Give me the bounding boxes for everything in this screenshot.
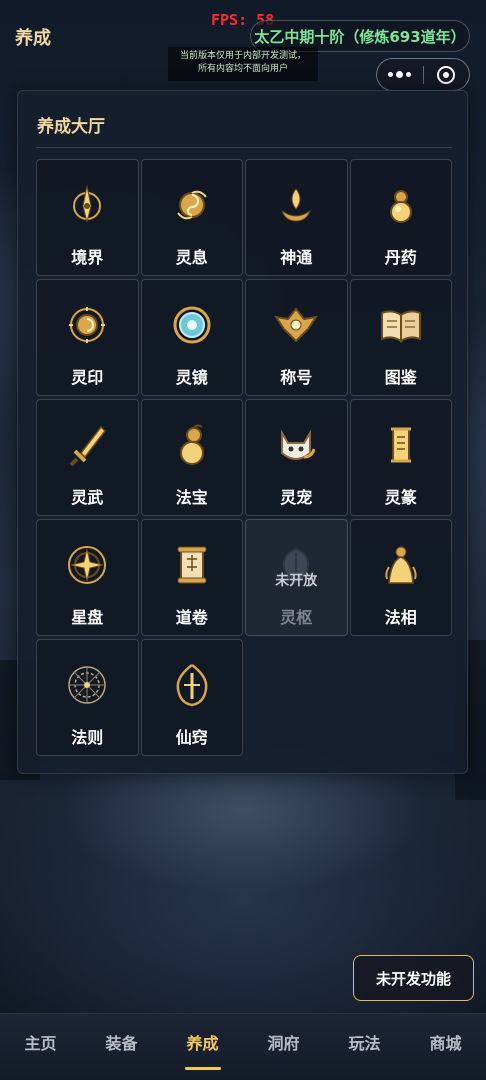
nav-tab[interactable]: 洞府 (243, 1014, 324, 1080)
page-title: 养成 (15, 28, 51, 49)
feature-label: 丹药 (384, 248, 417, 267)
panel-title: 养成大厅 (37, 117, 105, 137)
treasure-gourd-icon (169, 422, 215, 468)
immortal-aperture-icon (169, 662, 215, 708)
swirl-orb-icon (169, 182, 215, 228)
active-tab-indicator (184, 1067, 221, 1070)
nav-tab-label: 主页 (24, 1034, 57, 1053)
feature-label: 法宝 (175, 488, 208, 507)
feature-cell[interactable]: 灵息 (140, 159, 243, 276)
panel-divider (36, 147, 452, 148)
feature-cell[interactable]: 神通 (245, 159, 348, 276)
feature-label: 神通 (280, 248, 313, 267)
feature-label: 灵息 (175, 248, 208, 267)
feature-cell[interactable]: 灵武 (36, 399, 139, 516)
nav-tab[interactable]: 玩法 (324, 1014, 405, 1080)
dev-notice-line1: 当前版本仅用于内部开发测试， (179, 51, 306, 61)
feature-label: 灵武 (71, 488, 104, 507)
locked-badge: 未开放 (275, 573, 318, 589)
feature-label: 称号 (280, 368, 313, 387)
feature-cell[interactable]: 灵枢 未开放 (245, 519, 348, 636)
nav-tab-label: 商城 (429, 1034, 462, 1053)
feature-cell[interactable]: 灵篆 (349, 399, 452, 516)
feature-label: 法则 (71, 728, 104, 747)
dev-notice: 当前版本仅用于内部开发测试， 所有内容均不面向用户 (168, 47, 318, 81)
feature-cell[interactable]: 星盘 (36, 519, 139, 636)
feature-cell[interactable]: 法则 (36, 639, 139, 756)
nav-tab[interactable]: 装备 (81, 1014, 162, 1080)
feature-label: 图鉴 (384, 368, 417, 387)
feature-cell[interactable]: 灵印 (36, 279, 139, 396)
feature-cell[interactable]: 道卷 (140, 519, 243, 636)
feature-label: 道卷 (175, 608, 208, 627)
dao-scroll-icon (169, 542, 215, 588)
pet-cat-icon (273, 422, 319, 468)
feature-label: 仙窍 (175, 728, 208, 747)
seal-medallion-icon (64, 302, 110, 348)
nav-tab-label: 洞府 (267, 1034, 300, 1053)
gourd-pill-icon (378, 182, 424, 228)
feature-cell[interactable]: 丹药 (349, 159, 452, 276)
mini-program-capsule (376, 58, 470, 91)
nav-tab-label: 养成 (186, 1034, 219, 1053)
feature-label: 灵宠 (280, 488, 313, 507)
undeveloped-features-button[interactable]: 未开发功能 (353, 955, 474, 1001)
crest-badge-icon (273, 302, 319, 348)
avatar-figure-icon (378, 542, 424, 588)
dev-notice-line2: 所有内容均不面向用户 (197, 64, 288, 74)
feature-cell[interactable]: 法宝 (140, 399, 243, 516)
nav-tab[interactable]: 养成 (162, 1014, 243, 1080)
feature-label: 灵镜 (175, 368, 208, 387)
nav-tab-label: 装备 (105, 1034, 138, 1053)
rune-circle-icon (64, 662, 110, 708)
feature-cell[interactable]: 境界 (36, 159, 139, 276)
compass-sword-icon (64, 182, 110, 228)
star-disc-icon (64, 542, 110, 588)
lotus-flame-icon (273, 182, 319, 228)
feature-cell[interactable]: 法相 (349, 519, 452, 636)
feature-cell[interactable]: 图鉴 (349, 279, 452, 396)
talisman-scroll-icon (378, 422, 424, 468)
feature-cell[interactable]: 灵镜 (140, 279, 243, 396)
feature-label: 境界 (71, 248, 104, 267)
sword-icon (64, 422, 110, 468)
more-dots-icon[interactable] (377, 59, 423, 90)
nav-tab[interactable]: 商城 (405, 1014, 486, 1080)
mirror-icon (169, 302, 215, 348)
feature-label: 灵篆 (384, 488, 417, 507)
cultivation-hall-panel: 养成大厅 境界 灵息 神通 丹药灵印 灵镜 称号 图鉴灵武 法宝 灵宠 灵篆星盘 道卷 灵枢 未开放法相… (17, 90, 468, 774)
feature-cell[interactable]: 仙窍 (140, 639, 243, 756)
open-book-icon (378, 302, 424, 348)
nav-tab[interactable]: 主页 (0, 1014, 81, 1080)
bottom-nav: 主页 装备 养成 洞府 玩法 商城 (0, 1013, 486, 1080)
top-bar: 养成 FPS: 58 太乙中期十阶（修炼693道年） 当前版本仅用于内部开发测试… (0, 0, 486, 91)
feature-grid: 境界 灵息 神通 丹药灵印 灵镜 称号 图鉴灵武 法宝 灵宠 灵篆星盘 道卷 灵枢 未开放法相法则 仙窍 (36, 159, 454, 756)
feature-label: 灵枢 (280, 608, 313, 627)
feature-cell[interactable]: 灵宠 (245, 399, 348, 516)
feature-label: 星盘 (71, 608, 104, 627)
nav-tab-label: 玩法 (348, 1034, 381, 1053)
feature-cell[interactable]: 称号 (245, 279, 348, 396)
feature-label: 灵印 (71, 368, 104, 387)
feature-label: 法相 (384, 608, 417, 627)
target-close-icon[interactable] (423, 59, 469, 90)
